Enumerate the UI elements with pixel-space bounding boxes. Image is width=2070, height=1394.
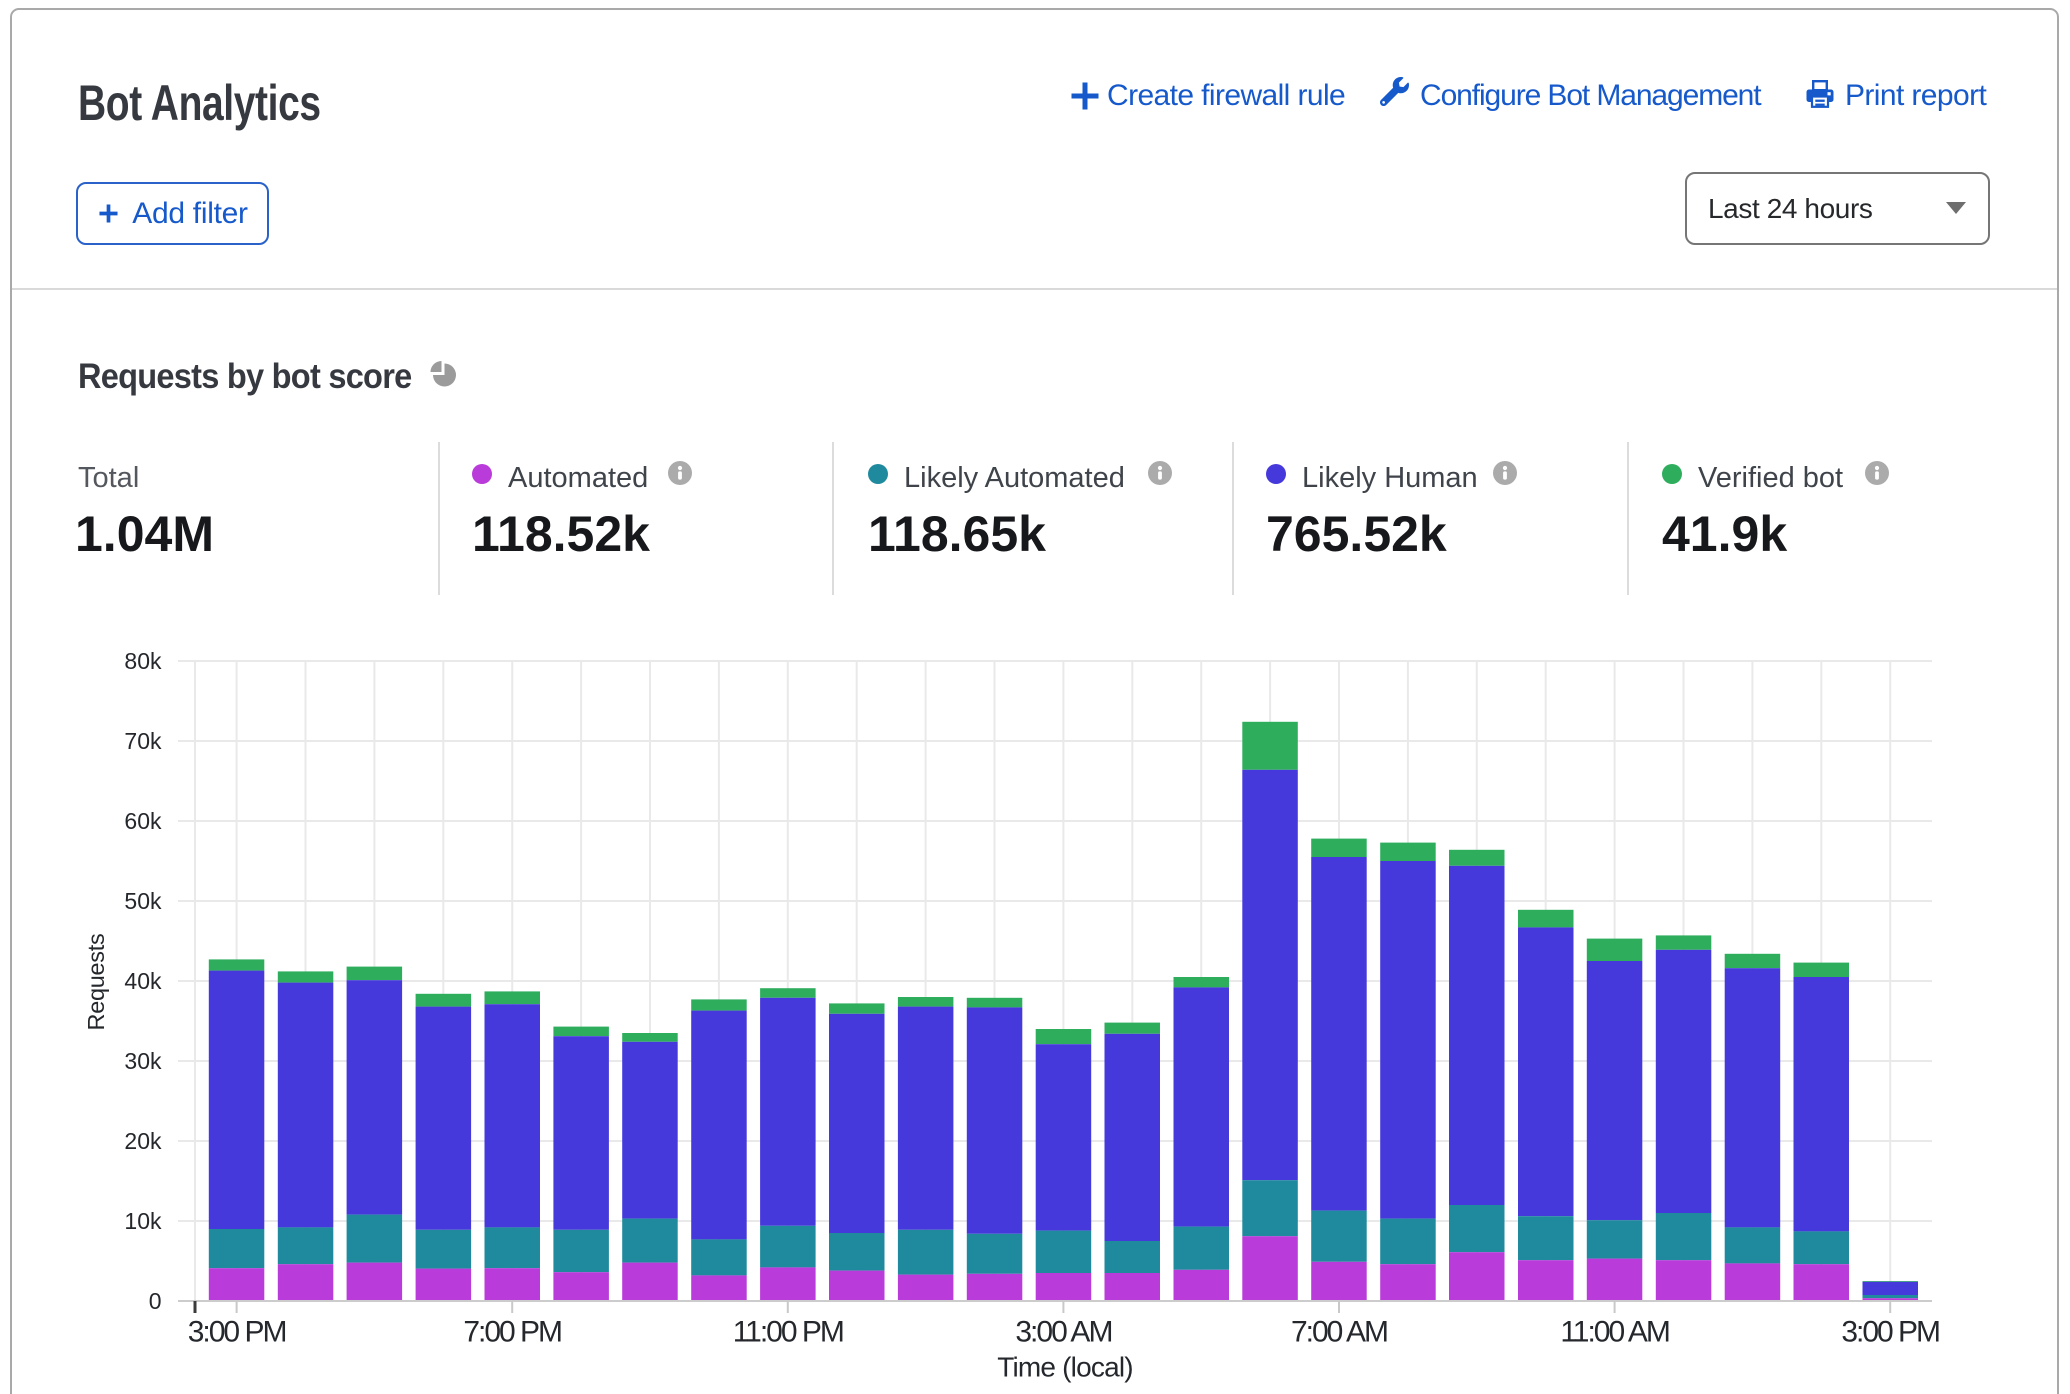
svg-text:Time (local): Time (local): [997, 1352, 1133, 1383]
svg-text:3:00 AM: 3:00 AM: [1015, 1316, 1111, 1349]
svg-text:10k: 10k: [124, 1208, 162, 1234]
svg-text:70k: 70k: [124, 728, 162, 754]
svg-text:3:00 PM: 3:00 PM: [1841, 1316, 1939, 1349]
svg-text:60k: 60k: [124, 808, 162, 834]
svg-text:7:00 PM: 7:00 PM: [463, 1316, 561, 1349]
svg-text:0: 0: [149, 1288, 162, 1314]
svg-text:30k: 30k: [124, 1048, 162, 1074]
svg-text:11:00 AM: 11:00 AM: [1560, 1316, 1669, 1349]
svg-text:7:00 AM: 7:00 AM: [1291, 1316, 1387, 1349]
svg-text:40k: 40k: [124, 968, 162, 994]
svg-text:20k: 20k: [124, 1128, 162, 1154]
svg-text:50k: 50k: [124, 888, 162, 914]
svg-text:80k: 80k: [124, 648, 162, 674]
svg-text:Requests: Requests: [83, 934, 109, 1031]
svg-text:3:00 PM: 3:00 PM: [188, 1316, 286, 1349]
svg-text:11:00 PM: 11:00 PM: [733, 1316, 843, 1349]
